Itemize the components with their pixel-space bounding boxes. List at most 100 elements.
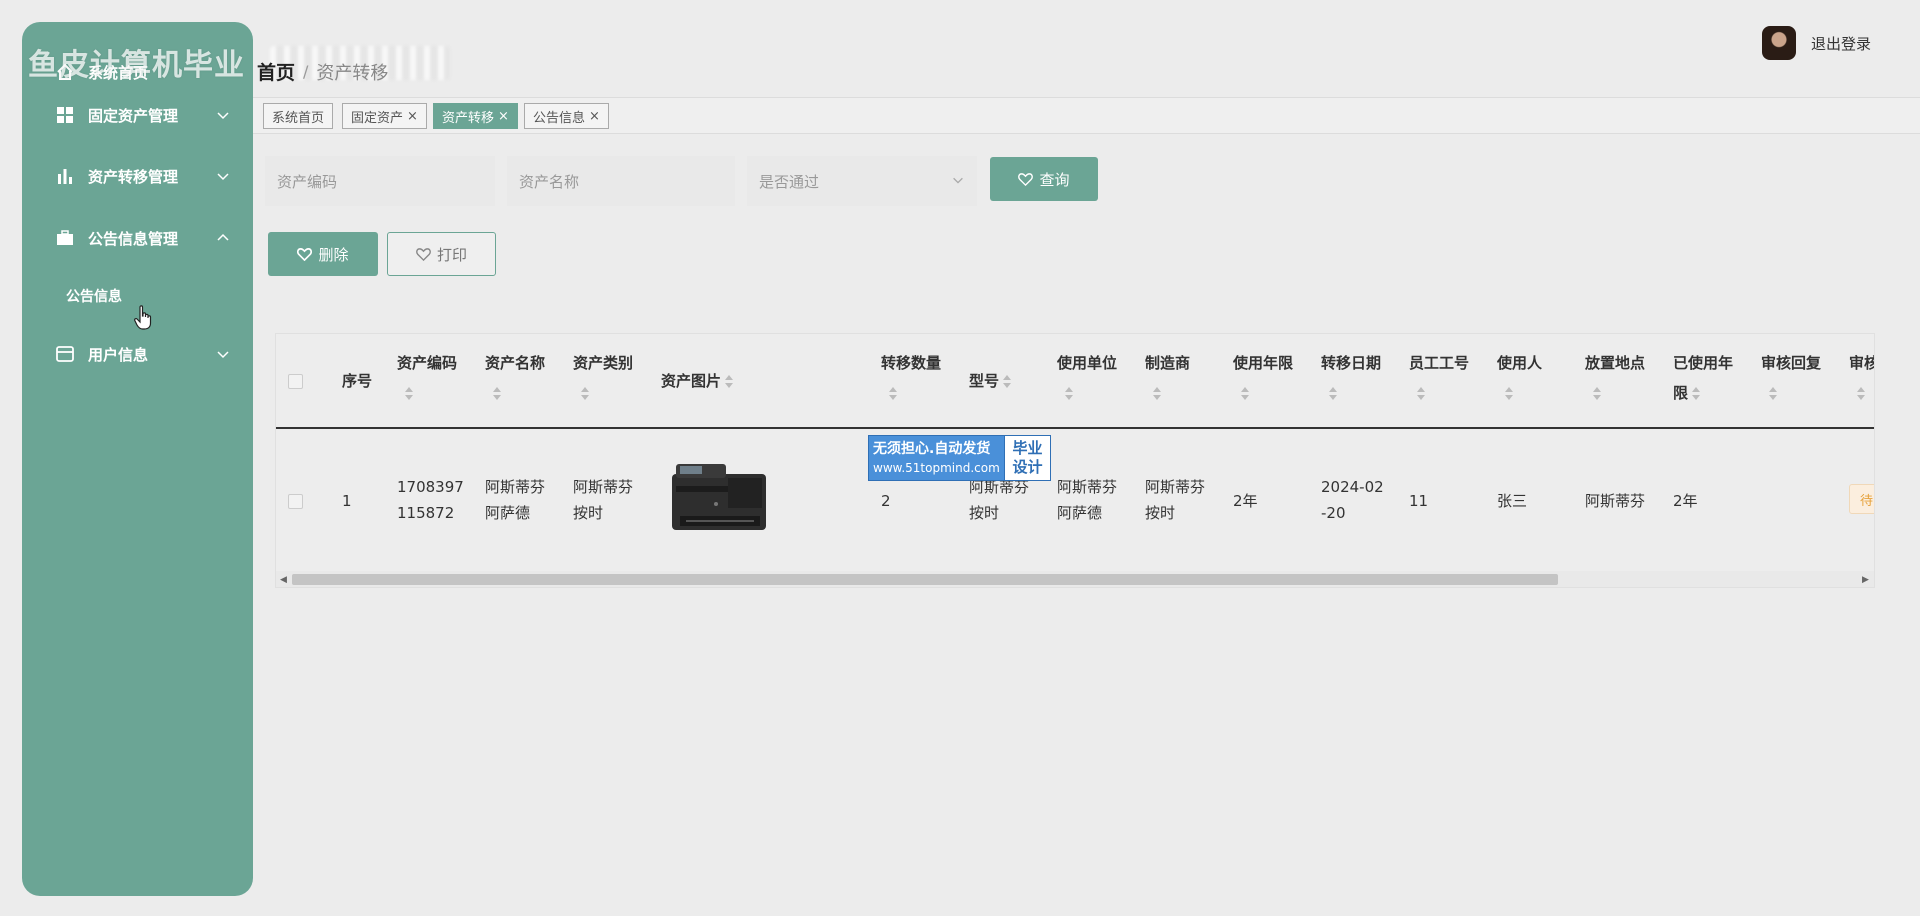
ad-line1: 无须担心.自动发货 — [873, 439, 1004, 459]
sort-icon[interactable] — [1591, 386, 1603, 402]
header-asset-image[interactable]: 资产图片 — [661, 366, 735, 396]
header-label: 审核 — [1849, 348, 1875, 378]
cell-line: 阿斯蒂芬 — [485, 474, 545, 500]
scroll-left-icon[interactable]: ◀ — [280, 575, 287, 585]
sort-icon[interactable] — [1001, 374, 1013, 390]
sidebar-item-fixed-assets[interactable]: 固定资产管理 — [22, 95, 253, 135]
tab-label: 系统首页 — [272, 107, 324, 126]
avatar[interactable] — [1762, 26, 1796, 60]
sort-icon[interactable] — [1415, 386, 1427, 402]
chevron-down-icon — [215, 346, 231, 362]
tab-label: 固定资产 — [351, 107, 403, 126]
breadcrumb-home[interactable]: 首页 — [257, 58, 295, 85]
breadcrumb: 首页 / 资产转移 — [257, 58, 388, 85]
sort-icon[interactable] — [491, 386, 503, 402]
tab-home[interactable]: 系统首页 — [263, 103, 333, 129]
tab-label: 资产转移 — [442, 107, 494, 126]
briefcase-icon — [56, 229, 74, 247]
cell-transfer-date: 2024-02 -20 — [1321, 474, 1384, 526]
cell-line: 按时 — [969, 500, 1029, 526]
print-label: 打印 — [437, 244, 467, 265]
header-asset-category[interactable]: 资产类别 — [573, 348, 633, 408]
query-button[interactable]: 查询 — [990, 157, 1098, 201]
sort-icon[interactable] — [1151, 386, 1163, 402]
header-review-reply[interactable]: 审核回复 — [1761, 348, 1821, 408]
sort-icon[interactable] — [1855, 386, 1867, 402]
sort-icon[interactable] — [1690, 386, 1702, 402]
row-checkbox[interactable] — [288, 494, 303, 509]
chevron-down-icon — [215, 168, 231, 184]
header-label: 资产编码 — [397, 348, 457, 378]
cell-line: 按时 — [573, 500, 633, 526]
header-asset-code[interactable]: 资产编码 — [397, 348, 457, 408]
cell-used-years: 2年 — [1673, 488, 1698, 514]
scrollbar-thumb[interactable] — [292, 574, 1558, 585]
sidebar-item-label: 用户信息 — [88, 344, 148, 365]
header-review[interactable]: 审核 — [1849, 348, 1875, 408]
sort-icon[interactable] — [887, 386, 899, 402]
status-badge[interactable]: 待 — [1849, 484, 1875, 514]
data-table: 序号 资产编码 资产名称 资产类别 资产图片 转移数量 型号 使用单位 制造商 — [275, 333, 1875, 588]
header-location[interactable]: 放置地点 — [1585, 348, 1645, 408]
header-user[interactable]: 使用人 — [1497, 348, 1542, 408]
sort-icon[interactable] — [1503, 386, 1515, 402]
cell-index: 1 — [342, 488, 352, 514]
horizontal-scrollbar[interactable]: ◀ ▶ — [276, 571, 1875, 587]
sort-icon[interactable] — [579, 386, 591, 402]
grid-icon — [56, 106, 74, 124]
sidebar-item-label: 资产转移管理 — [88, 166, 178, 187]
sidebar-item-notice-management[interactable]: 公告信息管理 — [22, 218, 253, 258]
cell-maker: 阿斯蒂芬 按时 — [1145, 474, 1205, 526]
close-icon[interactable]: × — [589, 109, 600, 124]
chevron-down-icon — [215, 107, 231, 123]
header-transfer-date[interactable]: 转移日期 — [1321, 348, 1381, 408]
cell-model: 阿斯蒂芬 按时 — [969, 474, 1029, 526]
header-label: 资产类别 — [573, 348, 633, 378]
header-label: 使用年限 — [1233, 348, 1293, 378]
cell-asset-name: 阿斯蒂芬 阿萨德 — [485, 474, 545, 526]
asset-code-input[interactable]: 资产编码 — [265, 156, 495, 206]
tab-label: 公告信息 — [533, 107, 585, 126]
table-header: 序号 资产编码 资产名称 资产类别 资产图片 转移数量 型号 使用单位 制造商 — [276, 334, 1875, 429]
tab-asset-transfer[interactable]: 资产转移 × — [433, 103, 518, 129]
header-years[interactable]: 使用年限 — [1233, 348, 1293, 408]
sidebar-subitem-notice[interactable]: 公告信息 — [66, 286, 122, 306]
cell-line: 阿斯蒂芬 — [573, 474, 633, 500]
cell-line: 2024-02 — [1321, 474, 1384, 500]
header-label: 资产名称 — [485, 348, 545, 378]
cell-user: 张三 — [1497, 488, 1527, 514]
sort-icon[interactable] — [1239, 386, 1251, 402]
delete-button[interactable]: 删除 — [268, 232, 378, 276]
header-maker[interactable]: 制造商 — [1145, 348, 1190, 408]
cell-line: 阿斯蒂芬 — [1057, 474, 1117, 500]
header-label: 使用单位 — [1057, 348, 1117, 378]
close-icon[interactable]: × — [498, 109, 509, 124]
scroll-right-icon[interactable]: ▶ — [1862, 575, 1869, 585]
tab-fixed-assets[interactable]: 固定资产 × — [342, 103, 427, 129]
header-label: 转移数量 — [881, 348, 941, 378]
header-quantity[interactable]: 转移数量 — [881, 348, 941, 408]
close-icon[interactable]: × — [407, 109, 418, 124]
sidebar-item-label: 固定资产管理 — [88, 105, 178, 126]
select-all-checkbox[interactable] — [288, 374, 303, 389]
sort-icon[interactable] — [1327, 386, 1339, 402]
sidebar-item-user-info[interactable]: 用户信息 — [22, 334, 253, 374]
sort-icon[interactable] — [723, 374, 735, 390]
header-employee-no[interactable]: 员工工号 — [1409, 348, 1469, 408]
pass-select[interactable]: 是否通过 — [747, 156, 977, 206]
header-asset-name[interactable]: 资产名称 — [485, 348, 545, 408]
header-model[interactable]: 型号 — [969, 366, 1013, 396]
printer-image[interactable] — [666, 456, 771, 536]
sort-icon[interactable] — [1063, 386, 1075, 402]
tab-notice[interactable]: 公告信息 × — [524, 103, 609, 129]
sort-icon[interactable] — [403, 386, 415, 402]
header-unit[interactable]: 使用单位 — [1057, 348, 1117, 408]
print-button[interactable]: 打印 — [387, 232, 496, 276]
sort-icon[interactable] — [1767, 386, 1779, 402]
header-used-years[interactable]: 已使用年 限 — [1673, 348, 1733, 408]
sidebar-item-asset-transfer[interactable]: 资产转移管理 — [22, 156, 253, 196]
asset-name-input[interactable]: 资产名称 — [507, 156, 735, 206]
heart-icon — [297, 247, 312, 261]
logout-button[interactable]: 退出登录 — [1811, 33, 1871, 54]
ad-badge[interactable]: 无须担心.自动发货 www.51topmind.com 毕业 设计 — [868, 435, 1051, 481]
